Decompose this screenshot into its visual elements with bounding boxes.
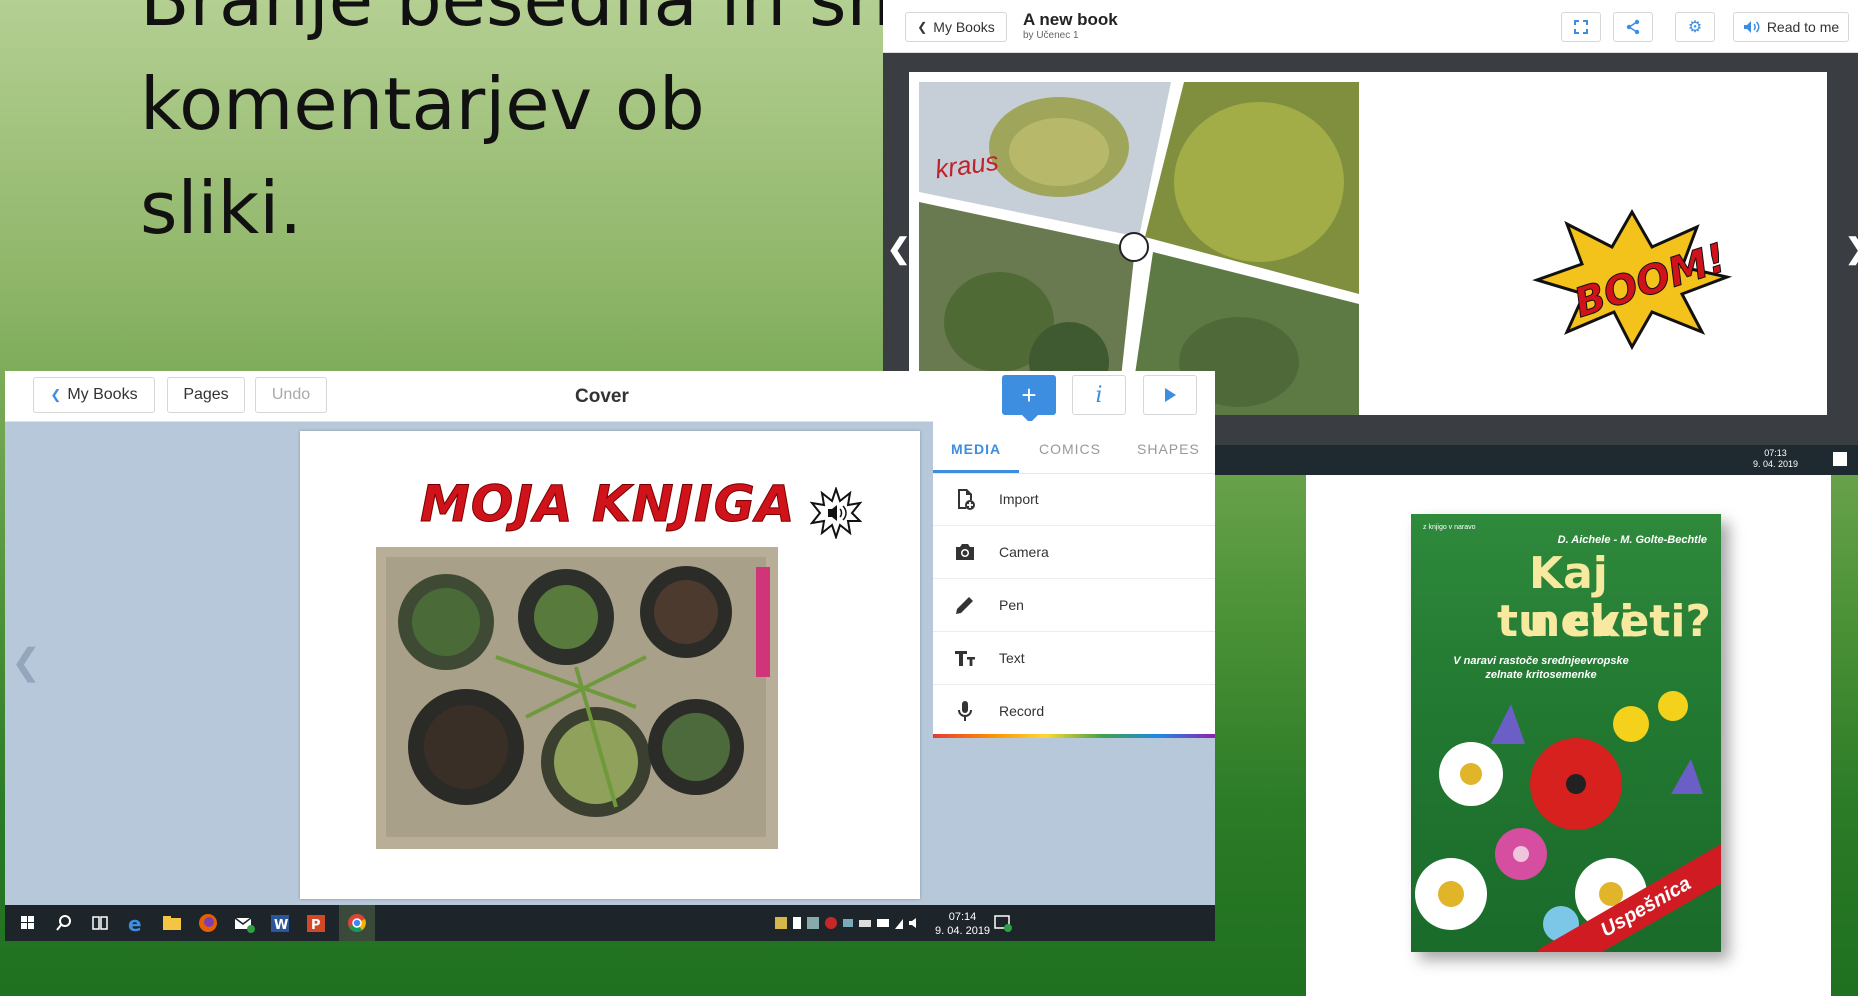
editor-my-books-label: My Books [67, 386, 138, 403]
undo-label: Undo [271, 386, 311, 403]
share-button[interactable] [1613, 12, 1653, 42]
tab-media[interactable]: MEDIA [951, 441, 1001, 457]
reader-clock-date: 9. 04. 2019 [1753, 459, 1799, 469]
edge-browser-icon[interactable]: e [123, 911, 149, 935]
chrome-active-tile[interactable] [339, 905, 375, 941]
menu-item-pen[interactable]: Pen [933, 579, 1215, 632]
play-button[interactable] [1143, 375, 1197, 415]
reader-prev-page-button[interactable]: ❮ [887, 232, 910, 265]
mail-icon[interactable] [231, 911, 257, 935]
read-to-me-label: Read to me [1766, 19, 1840, 35]
system-tray-icons[interactable] [773, 915, 923, 931]
menu-text-label: Text [999, 650, 1025, 666]
task-view-icon[interactable] [87, 911, 113, 935]
fullscreen-icon [1574, 20, 1588, 34]
menu-item-record[interactable]: Record [933, 685, 1215, 737]
gear-icon: ⚙ [1687, 19, 1703, 36]
camera-icon [956, 544, 974, 560]
reader-my-books-label: My Books [933, 19, 995, 35]
windows-start-icon[interactable] [15, 911, 41, 935]
search-icon[interactable] [51, 911, 77, 935]
share-icon [1626, 19, 1640, 35]
firefox-icon[interactable] [195, 911, 221, 935]
panel-tabs: MEDIA COMICS SHAPES [933, 421, 1215, 474]
taskbar-clock-date: 9. 04. 2019 [935, 925, 991, 937]
powerpoint-icon[interactable]: P [303, 911, 329, 935]
info-label: i [1095, 382, 1103, 408]
settings-button[interactable]: ⚙ [1675, 12, 1715, 42]
cover-heading[interactable]: MOJA KNJIGA [420, 475, 796, 534]
cover-page-canvas[interactable]: MOJA KNJIGA [300, 431, 920, 899]
import-icon [958, 489, 975, 510]
panel-rainbow-divider [933, 734, 1215, 738]
book-title-line-2: tu cveti? [1497, 596, 1711, 647]
speaker-icon [1743, 21, 1760, 33]
reader-right-page: BOOM! [1367, 72, 1827, 415]
text-icon [955, 651, 975, 666]
word-icon[interactable]: W [267, 911, 293, 935]
sound-sticker-icon[interactable] [810, 487, 862, 539]
editor-page-title: Cover [575, 386, 629, 407]
windows-taskbar: e W P 07:14 9. 04. 2019 [5, 905, 1215, 941]
taskbar-clock-time: 07:14 [948, 911, 977, 923]
book-cover: z knjigo v naravo D. Aichele - M. Golte-… [1411, 514, 1721, 952]
menu-record-label: Record [999, 703, 1045, 719]
pages-label: Pages [183, 386, 229, 403]
reader-toolbar: ❮ My Books A new book by Učenec 1 ⚙ Read… [883, 0, 1858, 53]
menu-item-camera[interactable]: Camera [933, 526, 1215, 579]
menu-item-import[interactable]: Import [933, 473, 1215, 526]
reader-clock-time: 07:13 [1764, 448, 1787, 458]
media-panel: MEDIA COMICS SHAPES Import Camera Pen Te… [933, 421, 1215, 738]
undo-button[interactable]: Undo [255, 377, 327, 413]
book-authors: D. Aichele - M. Golte-Bechtle [1557, 534, 1707, 546]
reader-left-page: kraus [909, 72, 1367, 415]
add-label: + [1021, 380, 1037, 410]
reader-my-books-button[interactable]: ❮ My Books [905, 12, 1007, 42]
comic-panels [909, 72, 1367, 415]
tab-comics[interactable]: COMICS [1039, 441, 1101, 457]
menu-item-text[interactable]: Text [933, 632, 1215, 685]
reader-next-page-button[interactable]: ❯ [1845, 232, 1858, 265]
flowers-illustration [1415, 691, 1703, 942]
microphone-icon [958, 701, 972, 721]
read-to-me-button[interactable]: Read to me [1733, 12, 1849, 42]
book-subtitle: V naravi rastoče srednjeevropske zelnate… [1453, 655, 1629, 681]
play-icon [1165, 388, 1176, 402]
svg-text:W: W [274, 918, 288, 933]
cover-photo[interactable] [376, 547, 778, 849]
chevron-left-icon: ❮ [50, 387, 62, 402]
add-button[interactable]: + [1002, 375, 1056, 415]
editor-prev-page-arrow[interactable]: ❮ [11, 641, 41, 683]
taskbar-clock[interactable]: 07:14 9. 04. 2019 [935, 910, 990, 938]
chevron-left-icon: ❮ [917, 20, 928, 34]
editor-toolbar: ❮ My Books Pages Undo Cover + i [5, 371, 1215, 423]
pages-button[interactable]: Pages [167, 377, 245, 413]
pen-icon [956, 597, 973, 614]
fullscreen-button[interactable] [1561, 12, 1601, 42]
reader-book-author: by Učenec 1 [1023, 30, 1079, 41]
tab-shapes[interactable]: SHAPES [1137, 441, 1200, 457]
chrome-icon [348, 914, 366, 932]
notifications-icon[interactable] [1833, 452, 1847, 466]
menu-pen-label: Pen [999, 597, 1024, 613]
menu-camera-label: Camera [999, 544, 1049, 560]
file-explorer-icon[interactable] [159, 911, 185, 935]
book-cover-panel: z knjigo v naravo D. Aichele - M. Golte-… [1306, 475, 1831, 996]
editor-my-books-button[interactable]: ❮ My Books [33, 377, 155, 413]
book-series: z knjigo v naravo [1423, 524, 1476, 531]
reader-taskbar-clock: 07:13 9. 04. 2019 [1753, 448, 1798, 470]
action-center-icon[interactable] [993, 913, 1013, 933]
book-editor-window: ❮ My Books Pages Undo Cover + i ❮ MOJA K… [5, 371, 1215, 941]
reader-book-title: A new book [1023, 10, 1118, 29]
menu-import-label: Import [999, 491, 1039, 507]
svg-text:e: e [128, 912, 142, 935]
info-button[interactable]: i [1072, 375, 1126, 415]
svg-text:P: P [311, 918, 321, 933]
